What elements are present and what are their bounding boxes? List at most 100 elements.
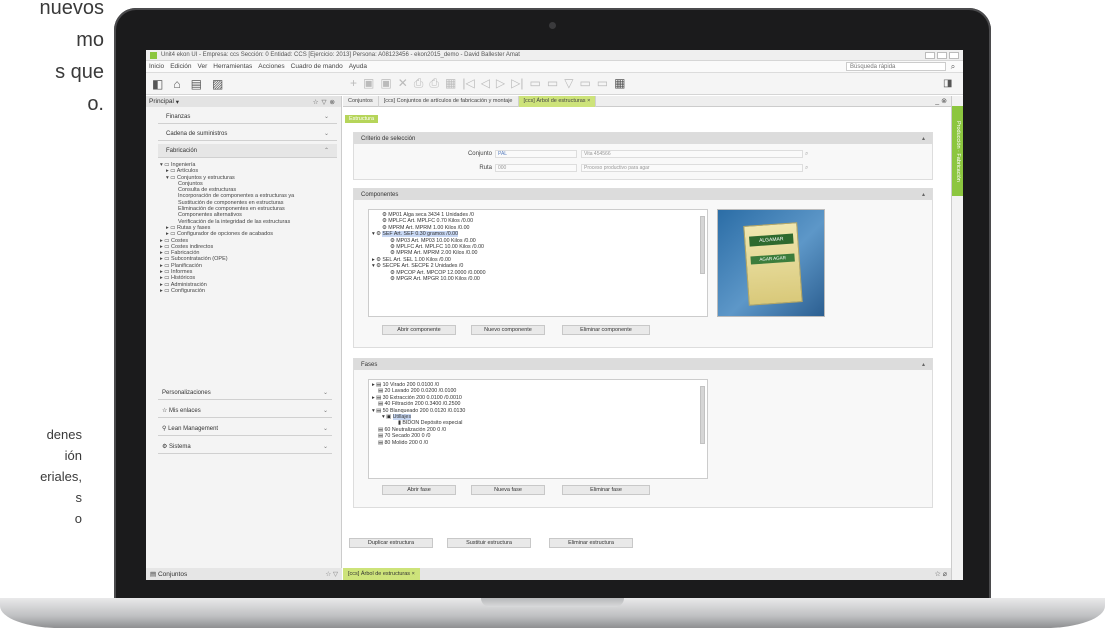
- list-item[interactable]: ▤ 80 Molido 200 0 /0: [372, 440, 704, 446]
- close-icon[interactable]: ×: [412, 571, 415, 577]
- menu-herramientas[interactable]: Herramientas: [213, 63, 252, 70]
- sidebar-item-mis-enlaces[interactable]: ☆ Mis enlaces ⌄: [158, 404, 332, 418]
- menu-inicio[interactable]: Inicio: [149, 63, 164, 70]
- expand-panel-icon[interactable]: ◨: [943, 78, 963, 89]
- bottom-tab-arbol[interactable]: [ccs] Árbol de estructuras ×: [343, 568, 420, 580]
- export-icon[interactable]: ▭: [530, 76, 541, 91]
- bottom-tab-icons[interactable]: ☆ ⌀: [935, 570, 951, 578]
- tab-conjuntos-articulos[interactable]: [ccs] Conjuntos de artículos de fabricac…: [379, 95, 519, 107]
- background-text-line: ión: [64, 448, 82, 463]
- sidebar-title[interactable]: Principal: [149, 98, 174, 105]
- sidebar-item-sistema[interactable]: ⚙ Sistema ⌄: [158, 440, 332, 454]
- new-component-button[interactable]: Nuevo componente: [471, 325, 545, 335]
- report-icon[interactable]: ▭: [579, 76, 590, 91]
- first-icon[interactable]: |◁: [462, 76, 474, 91]
- sidebar-section-finanzas[interactable]: Finanzas ⌄: [158, 110, 337, 124]
- close-button[interactable]: [949, 51, 959, 59]
- laptop-notch: [481, 598, 624, 607]
- image-icon[interactable]: ▨: [212, 77, 223, 91]
- grid-icon[interactable]: ▦: [445, 76, 456, 91]
- menu-ayuda[interactable]: Ayuda: [349, 63, 367, 70]
- add-icon[interactable]: +: [350, 76, 357, 91]
- collapse-icon[interactable]: ▴: [922, 191, 925, 198]
- lookup-icon[interactable]: ⌕: [805, 151, 808, 158]
- scrollbar[interactable]: [700, 386, 705, 444]
- save-as-icon[interactable]: ▣: [380, 76, 391, 91]
- conjunto-field[interactable]: PAL: [495, 150, 577, 158]
- print-icon[interactable]: ⎙: [414, 76, 424, 91]
- minimize-button[interactable]: [925, 51, 935, 59]
- tab-arbol-estructuras[interactable]: [ccs] Árbol de estructuras ×: [518, 95, 597, 107]
- sidebar-item-lean-management[interactable]: ⚲ Lean Management ⌄: [158, 422, 332, 436]
- panel-title: Fases: [361, 361, 378, 368]
- new-phase-button[interactable]: Nueva fase: [471, 485, 545, 495]
- menu-edicion[interactable]: Edición: [170, 63, 191, 70]
- product-label: AGAR AGAR: [750, 253, 795, 265]
- chevron-down-icon: ⌄: [322, 408, 328, 414]
- chevron-down-icon: ⌄: [322, 390, 328, 396]
- open-component-button[interactable]: Abrir componente: [382, 325, 456, 335]
- delete-structure-button[interactable]: Eliminar estructura: [549, 538, 633, 548]
- sidebar-section-fabricacion[interactable]: Fabricación ⌃: [158, 144, 337, 158]
- previous-icon[interactable]: ◁: [481, 76, 490, 91]
- menu-acciones[interactable]: Acciones: [258, 63, 284, 70]
- open-phase-button[interactable]: Abrir fase: [382, 485, 456, 495]
- collapse-icon[interactable]: ▴: [922, 361, 925, 368]
- delete-component-button[interactable]: Eliminar componente: [562, 325, 650, 335]
- sidebar-item-label: Personalizaciones: [162, 389, 211, 396]
- copy-icon[interactable]: ▭: [547, 76, 558, 91]
- filter-icon[interactable]: ▽: [322, 99, 330, 106]
- replace-structure-button[interactable]: Sustituir estructura: [447, 538, 531, 548]
- document-icon[interactable]: ▤: [191, 77, 202, 91]
- last-icon[interactable]: ▷|: [511, 76, 523, 91]
- criteria-panel-header[interactable]: Criterio de selección ▴: [354, 133, 932, 144]
- sidebar-footer[interactable]: ▤ Conjuntos ☆ ▽: [146, 568, 342, 580]
- save-icon[interactable]: ▣: [363, 76, 374, 91]
- product-brand: ALGAMAR: [749, 233, 794, 247]
- search-icon[interactable]: ⌕: [946, 62, 960, 72]
- home-icon[interactable]: ⌂: [173, 77, 180, 91]
- delete-icon[interactable]: ✕: [398, 76, 408, 91]
- chevron-down-icon: ⌄: [322, 426, 328, 432]
- quick-search-input[interactable]: Búsqueda rápida: [846, 62, 946, 71]
- main-area: Conjuntos [ccs] Conjuntos de artículos d…: [343, 95, 951, 580]
- lookup-icon[interactable]: ⌕: [805, 165, 808, 172]
- close-icon[interactable]: ⊗: [330, 99, 338, 106]
- sidebar-item-label: Sistema: [169, 443, 191, 450]
- tree-item[interactable]: ▸ ▭ Configuración: [160, 288, 341, 294]
- conjunto-label: Conjunto: [467, 151, 492, 157]
- sidebar-section-label: Cadena de suministros: [166, 130, 228, 137]
- maximize-button[interactable]: [937, 51, 947, 59]
- close-icon[interactable]: ×: [587, 98, 590, 104]
- print-preview-icon[interactable]: ⎙: [429, 76, 439, 91]
- delete-phase-button[interactable]: Eliminar fase: [562, 485, 650, 495]
- star-icon[interactable]: ☆: [313, 99, 322, 106]
- components-panel-header[interactable]: Componentes ▴: [354, 189, 932, 200]
- product-package: ALGAMAR AGAR AGAR: [743, 222, 803, 306]
- chevron-down-icon: ⌄: [322, 444, 328, 450]
- scrollbar[interactable]: [700, 216, 705, 274]
- duplicate-structure-button[interactable]: Duplicar estructura: [349, 538, 433, 548]
- sidebar-item-personalizaciones[interactable]: Personalizaciones ⌄: [158, 386, 332, 400]
- tab-conjuntos[interactable]: Conjuntos: [343, 95, 379, 107]
- phases-panel-header[interactable]: Fases ▴: [354, 359, 932, 370]
- page: nuevos mo s que o. denes ión eriales, s …: [0, 0, 1105, 628]
- filter-icon[interactable]: ▽: [564, 76, 573, 91]
- list-item[interactable]: ⚙ MPGR Art. MPGR 10.00 Kilos /0.00: [372, 276, 704, 282]
- tab-controls[interactable]: _ ⊗: [935, 97, 951, 105]
- rail-tab-produccion[interactable]: Producción · Fabricación: [952, 106, 963, 196]
- menu-ver[interactable]: Ver: [198, 63, 208, 70]
- sidebar-section-cadena[interactable]: Cadena de suministros ⌄: [158, 127, 337, 141]
- ruta-field[interactable]: 000: [495, 164, 577, 172]
- background-text-line: s que: [55, 61, 104, 83]
- calculator-icon[interactable]: ▦: [614, 76, 625, 91]
- subtab-estructura[interactable]: Estructura: [345, 115, 379, 123]
- sidebar-footer-icons[interactable]: ☆ ▽: [325, 570, 338, 578]
- next-icon[interactable]: ▷: [496, 76, 505, 91]
- panel-title: Criterio de selección: [361, 135, 416, 142]
- panel-icon[interactable]: ◧: [152, 77, 163, 91]
- menu-cuadro-de-mando[interactable]: Cuadro de mando: [291, 63, 343, 70]
- attach-icon[interactable]: ▭: [597, 76, 608, 91]
- menu-bar: Inicio Edición Ver Herramientas Acciones…: [146, 61, 963, 73]
- collapse-icon[interactable]: ▴: [922, 135, 925, 142]
